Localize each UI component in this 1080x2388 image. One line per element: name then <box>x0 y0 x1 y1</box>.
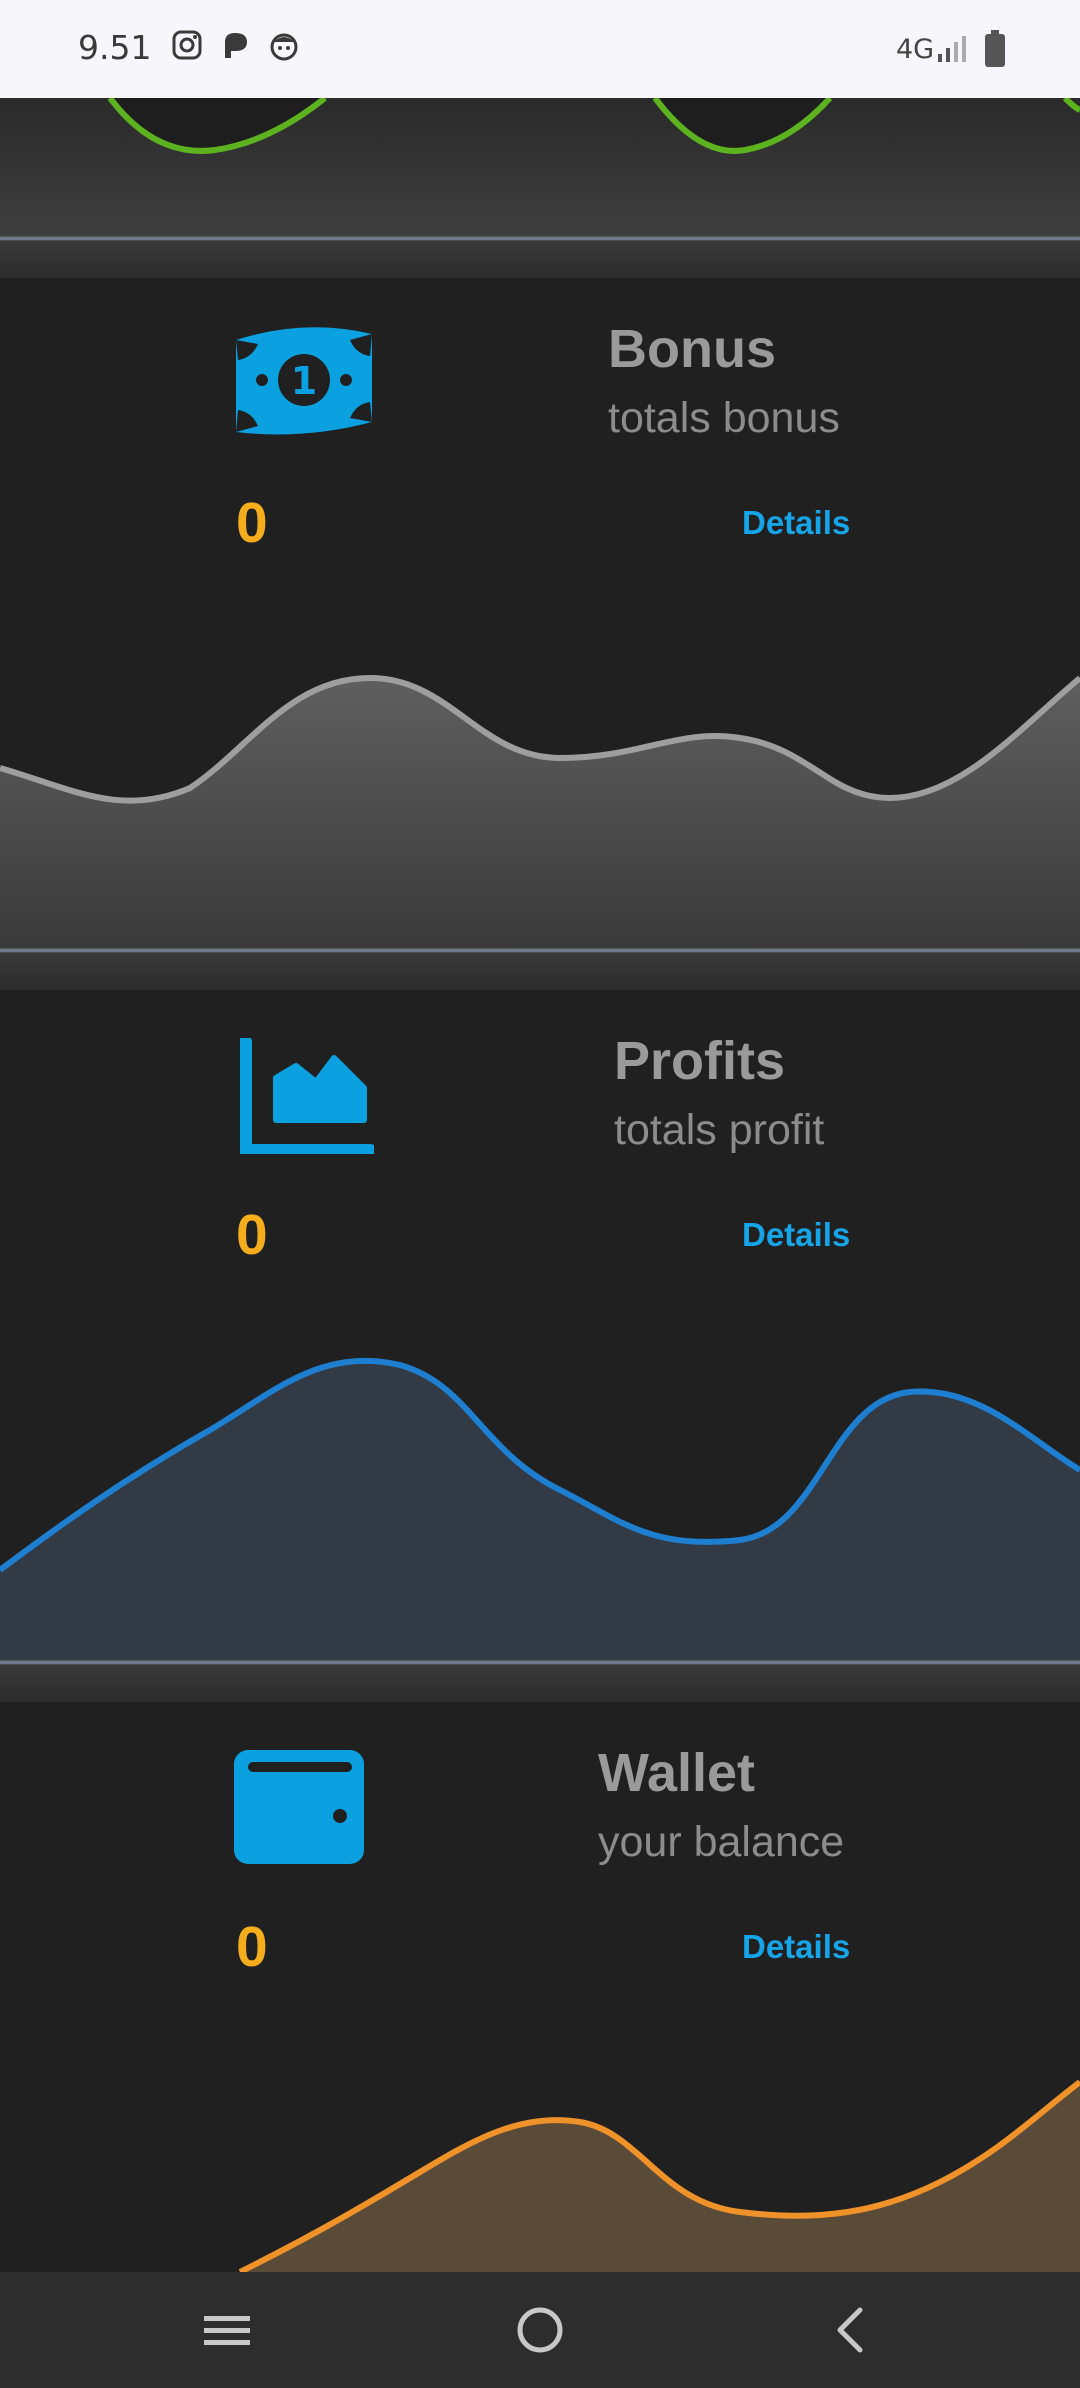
signal-icon <box>936 34 968 69</box>
profits-wave-chart <box>0 1357 1080 1660</box>
card-value: 0 <box>236 491 268 555</box>
details-link[interactable]: Details <box>742 1216 850 1254</box>
card-subtitle: your balance <box>598 1818 845 1866</box>
app-face-icon <box>268 30 300 67</box>
card-value: 0 <box>236 1203 268 1267</box>
card-title: Profits <box>614 1031 786 1091</box>
wallet-wave-chart <box>238 2079 1080 2272</box>
back-icon[interactable] <box>824 2302 880 2363</box>
network-type: 4G <box>896 34 935 65</box>
home-icon[interactable] <box>512 2302 568 2363</box>
card-title: Bonus <box>608 319 776 379</box>
bonus-card: 1 Bonus totals bonus 0 Details <box>0 278 1080 948</box>
status-bar: 9.51 4G <box>0 0 1080 98</box>
profits-card: Profits totals profit 0 Details <box>0 990 1080 1660</box>
card-separator <box>0 1660 1080 1702</box>
battery-icon <box>984 30 1006 73</box>
menu-icon[interactable] <box>198 2302 256 2363</box>
wallet-card: Wallet your balance 0 Details <box>0 1702 1080 2272</box>
previous-card-wave <box>107 95 1080 154</box>
card-subtitle: totals bonus <box>608 394 840 442</box>
area-chart-icon <box>236 1034 378 1160</box>
details-link[interactable]: Details <box>742 1928 850 1966</box>
card-title: Wallet <box>598 1743 756 1803</box>
wallet-icon <box>232 1748 366 1871</box>
status-time: 9.51 <box>78 28 152 67</box>
system-navigation-bar <box>0 2272 1080 2388</box>
card-separator <box>0 236 1080 278</box>
card-subtitle: totals profit <box>614 1106 825 1154</box>
card-value: 0 <box>236 1915 268 1979</box>
details-link[interactable]: Details <box>742 504 850 542</box>
card-separator <box>0 948 1080 990</box>
svg-text:1: 1 <box>291 359 317 403</box>
app-p-icon <box>220 30 250 65</box>
previous-card-chart <box>0 95 1080 238</box>
money-bill-icon: 1 <box>228 322 380 445</box>
bonus-wave-chart <box>0 674 1080 948</box>
instagram-icon <box>172 30 202 65</box>
